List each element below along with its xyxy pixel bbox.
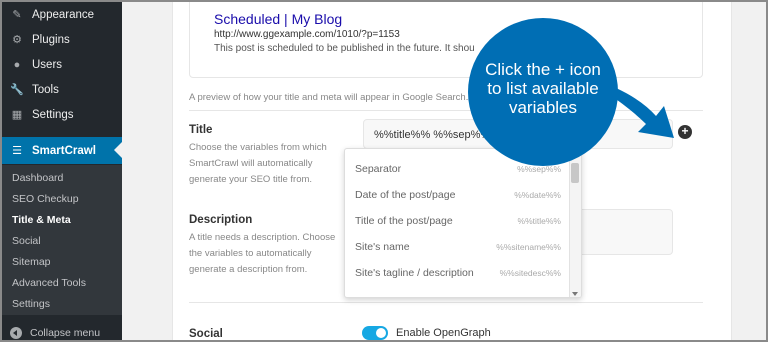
variable-option[interactable]: Title of the post/page %%title%% (345, 208, 571, 234)
sidebar-item-users[interactable]: ● Users (2, 52, 122, 77)
section-divider (189, 302, 703, 303)
sidebar-item-smartcrawl[interactable]: ☰ SmartCrawl (2, 137, 122, 164)
opengraph-toggle-label: Enable OpenGraph (396, 327, 491, 339)
sidebar-item-plugins[interactable]: ⚙ Plugins (2, 27, 122, 52)
paintbrush-icon: ✎ (12, 9, 22, 21)
smartcrawl-icon: ☰ (12, 145, 22, 157)
collapse-menu-button[interactable]: Collapse menu (2, 322, 122, 340)
description-help: A title needs a description. Choose the … (189, 232, 336, 275)
sidebar-item-label: Settings (32, 108, 74, 121)
callout-bubble: Click the + icon to list available varia… (468, 18, 618, 166)
submenu-advanced-tools[interactable]: Advanced Tools (2, 272, 122, 293)
variable-option[interactable]: Date of the post/page %%date%% (345, 182, 571, 208)
title-label: Title (189, 124, 213, 136)
admin-sidebar: ✎ Appearance ⚙ Plugins ● Users 🔧 Tools ▦… (2, 2, 122, 340)
users-icon: ● (13, 58, 21, 71)
submenu-sitemap[interactable]: Sitemap (2, 251, 122, 272)
sidebar-item-label: Plugins (32, 33, 70, 46)
sidebar-item-appearance[interactable]: ✎ Appearance (2, 2, 122, 27)
sidebar-item-label: SmartCrawl (32, 144, 96, 157)
sidebar-item-label: Tools (32, 83, 59, 96)
callout-arrow-icon (606, 88, 674, 138)
submenu-seo-checkup[interactable]: SEO Checkup (2, 188, 122, 209)
preview-note: A preview of how your title and meta wil… (189, 92, 469, 103)
variable-option-code: %%sitedesc%% (499, 268, 561, 278)
sidebar-item-label: Users (32, 58, 63, 71)
variable-option-code: %%date%% (514, 190, 561, 200)
variable-option-code: %%sitename%% (496, 242, 561, 252)
preview-title: Scheduled | My Blog (214, 11, 343, 27)
social-label: Social (189, 328, 223, 340)
variable-option-label: Date of the post/page (355, 189, 456, 201)
variable-option[interactable]: Site's name %%sitename%% (345, 234, 571, 260)
variables-dropdown[interactable]: Separator %%sep%% Date of the post/page … (344, 148, 582, 298)
callout-text: Click the + icon to list available varia… (485, 59, 601, 117)
variable-option-label: Site's tagline / description (355, 267, 474, 279)
smartcrawl-submenu: Dashboard SEO Checkup Title & Meta Socia… (2, 165, 122, 315)
submenu-title-meta[interactable]: Title & Meta (2, 209, 122, 230)
collapse-menu-label: Collapse menu (30, 327, 101, 339)
opengraph-toggle[interactable] (362, 326, 388, 340)
settings-icon: ▦ (11, 109, 23, 121)
submenu-dashboard[interactable]: Dashboard (2, 167, 122, 188)
variable-option[interactable]: Site's tagline / description %%sitedesc%… (345, 260, 571, 286)
dropdown-scrollbar[interactable] (569, 149, 581, 297)
google-preview-box: Scheduled | My Blog http://www.ggexample… (189, 2, 703, 78)
title-help: Choose the variables from which SmartCra… (189, 142, 327, 185)
collapse-arrow-icon (10, 327, 22, 339)
scrollbar-thumb[interactable] (571, 163, 579, 183)
variable-option-label: Title of the post/page (355, 215, 453, 227)
sidebar-item-settings[interactable]: ▦ Settings (2, 102, 122, 127)
sidebar-item-tools[interactable]: 🔧 Tools (2, 77, 122, 102)
submenu-social[interactable]: Social (2, 230, 122, 251)
preview-url: http://www.ggexample.com/1010/?p=1153 (214, 29, 400, 40)
plugin-icon: ⚙ (12, 34, 22, 46)
scroll-down-icon[interactable] (572, 292, 578, 296)
variable-option-label: Separator (355, 163, 402, 175)
wrench-icon: 🔧 (10, 84, 24, 96)
sidebar-item-label: Appearance (32, 8, 95, 21)
screenshot-frame: ✎ Appearance ⚙ Plugins ● Users 🔧 Tools ▦… (0, 0, 768, 342)
submenu-settings[interactable]: Settings (2, 293, 122, 314)
preview-description: This post is scheduled to be published i… (214, 43, 474, 54)
description-label: Description (189, 214, 253, 226)
variable-option-code: %%title%% (517, 216, 561, 226)
variable-option-label: Site's name (355, 241, 410, 253)
